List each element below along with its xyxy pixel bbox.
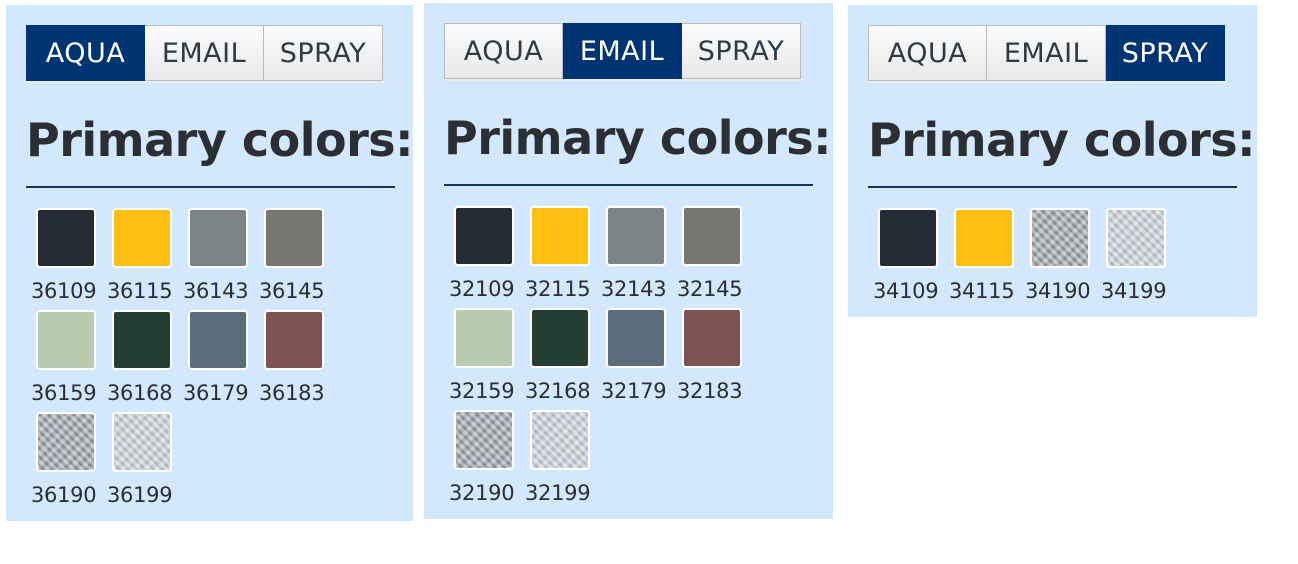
color-code-label: 32159 [449,379,515,403]
color-swatch-item: 36179 [183,310,260,412]
color-swatch[interactable] [188,208,248,268]
color-swatch-item: 36199 [107,412,184,514]
tabs-divider [868,81,1228,83]
section-heading: Primary colors: [444,111,832,165]
color-swatch[interactable] [36,412,96,472]
color-code-label: 32145 [677,277,743,301]
color-swatch-item: 32143 [601,206,678,308]
color-code-label: 34109 [873,279,939,303]
color-swatch-item: 36168 [107,310,184,412]
color-code-label: 32109 [449,277,515,301]
color-code-label: 36199 [107,483,173,507]
color-swatch[interactable] [36,208,96,268]
color-code-label: 36109 [31,279,97,303]
section-heading: Primary colors: [868,113,1256,167]
color-code-label: 32115 [525,277,591,301]
color-panel-aqua: AQUA EMAIL SPRAY Primary colors: 36109 36… [6,5,414,521]
color-panel-email: AQUA EMAIL SPRAY Primary colors: 32109 32… [424,3,833,519]
color-swatch[interactable] [112,208,172,268]
tab-spray[interactable]: SPRAY [1106,25,1225,81]
color-swatch[interactable] [264,208,324,268]
color-swatch-item: 32168 [525,308,602,410]
color-swatch[interactable] [454,206,514,266]
color-swatch[interactable] [530,206,590,266]
color-swatch[interactable] [682,308,742,368]
color-swatch[interactable] [36,310,96,370]
color-code-label: 34199 [1101,279,1167,303]
color-code-label: 36159 [31,381,97,405]
color-swatch-item: 32179 [601,308,678,410]
color-swatch[interactable] [1106,208,1166,268]
color-panel-spray: AQUA EMAIL SPRAY Primary colors: 34109 34… [848,5,1257,317]
tabs-divider [26,81,386,83]
color-swatch-item: 36109 [31,208,108,310]
color-code-label: 36179 [183,381,249,405]
color-swatch[interactable] [264,310,324,370]
tab-aqua[interactable]: AQUA [26,25,145,81]
tab-email[interactable]: EMAIL [145,25,264,81]
tab-email[interactable]: EMAIL [987,25,1106,81]
color-code-label: 36190 [31,483,97,507]
finish-tabs: AQUA EMAIL SPRAY [868,25,1225,81]
color-swatch-item: 36143 [183,208,260,310]
color-swatch-item: 36190 [31,412,108,514]
finish-tabs: AQUA EMAIL SPRAY [444,23,801,79]
color-swatch-grid: 32109 32115 32143 32145 32159 32168 32179 32183… [449,206,754,512]
color-swatch-grid: 34109 34115 34190 34199 [873,208,1178,310]
color-code-label: 32190 [449,481,515,505]
tab-aqua[interactable]: AQUA [444,23,563,79]
color-swatch[interactable] [112,412,172,472]
color-code-label: 36168 [107,381,173,405]
color-swatch[interactable] [682,206,742,266]
tab-email[interactable]: EMAIL [563,23,682,79]
color-code-label: 36183 [259,381,325,405]
heading-rule [26,186,395,188]
color-swatch-item: 32109 [449,206,526,308]
color-swatch-item: 32190 [449,410,526,512]
color-swatch-item: 36159 [31,310,108,412]
color-swatch-item: 36115 [107,208,184,310]
heading-rule [868,186,1237,188]
color-swatch[interactable] [530,308,590,368]
tabs-divider [444,79,804,81]
tab-spray[interactable]: SPRAY [682,23,801,79]
section-heading: Primary colors: [26,113,414,167]
color-code-label: 32143 [601,277,667,301]
color-swatch[interactable] [454,308,514,368]
color-code-label: 34115 [949,279,1015,303]
tab-spray[interactable]: SPRAY [264,25,383,81]
color-swatch-item: 36183 [259,310,336,412]
color-swatch-item: 32115 [525,206,602,308]
color-code-label: 32179 [601,379,667,403]
color-swatch-item: 34115 [949,208,1026,310]
color-swatch[interactable] [530,410,590,470]
color-swatch-item: 32199 [525,410,602,512]
color-code-label: 32168 [525,379,591,403]
tab-aqua[interactable]: AQUA [868,25,987,81]
color-code-label: 32183 [677,379,743,403]
color-swatch-item: 32145 [677,206,754,308]
color-swatch-item: 32159 [449,308,526,410]
color-swatch[interactable] [954,208,1014,268]
color-swatch[interactable] [606,206,666,266]
color-code-label: 36115 [107,279,173,303]
color-swatch-item: 34109 [873,208,950,310]
color-swatch[interactable] [112,310,172,370]
color-swatch[interactable] [1030,208,1090,268]
color-swatch[interactable] [454,410,514,470]
color-code-label: 36145 [259,279,325,303]
finish-tabs: AQUA EMAIL SPRAY [26,25,383,81]
heading-rule [444,184,813,186]
color-swatch[interactable] [878,208,938,268]
color-code-label: 34190 [1025,279,1091,303]
color-swatch-grid: 36109 36115 36143 36145 36159 36168 36179 36183… [31,208,336,514]
color-swatch[interactable] [606,308,666,368]
color-swatch[interactable] [188,310,248,370]
color-swatch-item: 36145 [259,208,336,310]
color-swatch-item: 34190 [1025,208,1102,310]
color-code-label: 32199 [525,481,591,505]
color-swatch-item: 32183 [677,308,754,410]
color-code-label: 36143 [183,279,249,303]
color-swatch-item: 34199 [1101,208,1178,310]
